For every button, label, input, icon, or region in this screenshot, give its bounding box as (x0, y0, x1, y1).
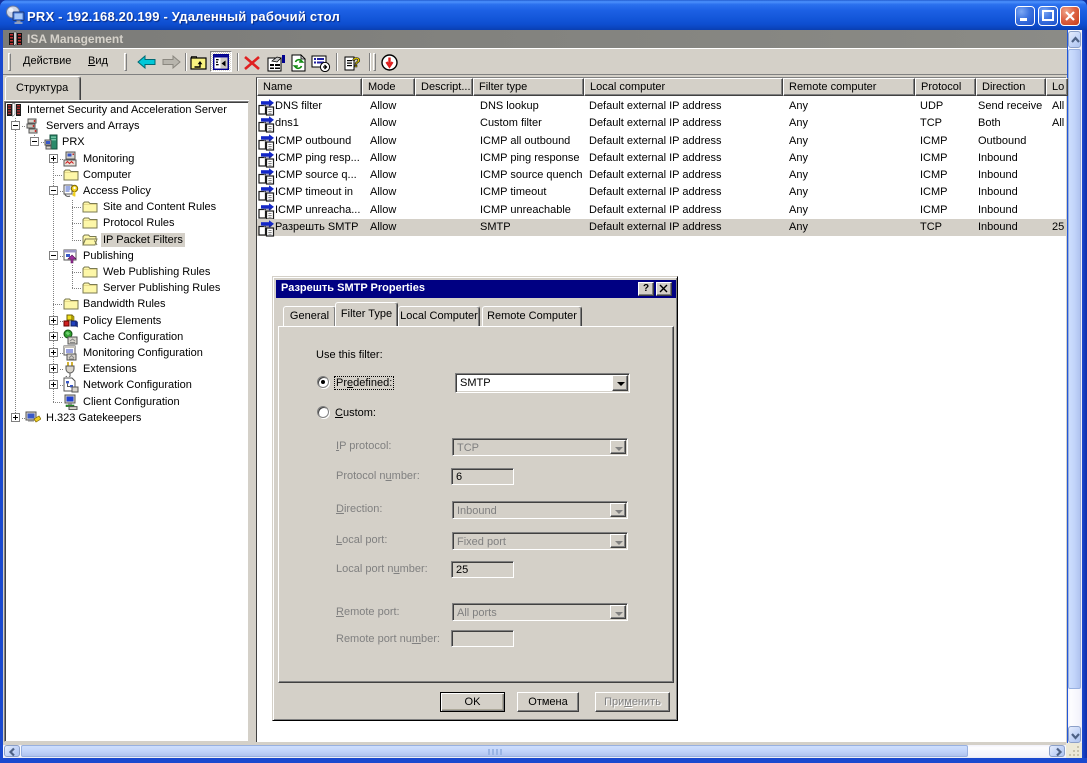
svg-text:?: ? (352, 54, 361, 70)
